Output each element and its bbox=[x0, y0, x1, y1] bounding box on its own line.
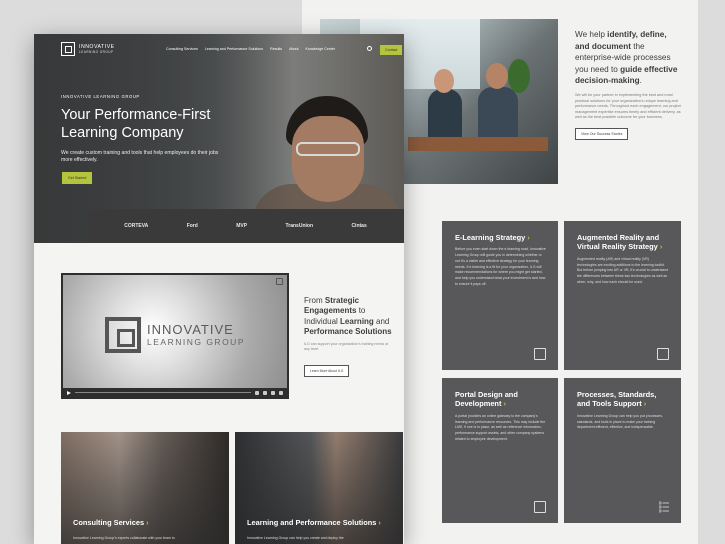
contact-button[interactable]: Contact bbox=[380, 45, 403, 55]
hero-subtext: We create custom training and tools that… bbox=[61, 150, 219, 163]
settings-icon[interactable] bbox=[271, 390, 275, 395]
video-logo-text: INNOVATIVE bbox=[147, 322, 234, 337]
card-body: Augmented reality (AR) and virtual reali… bbox=[577, 256, 669, 284]
video-player[interactable]: INNOVATIVE LEARNING GROUP bbox=[61, 273, 289, 399]
card-e-learning[interactable]: E-Learning Strategy › Before you even st… bbox=[442, 221, 558, 370]
card-portal[interactable]: Portal Design and Development › A portal… bbox=[442, 378, 558, 523]
client-logo-cintas: Cintas bbox=[351, 223, 367, 229]
client-logo-ford: Ford bbox=[186, 223, 198, 229]
card-title: Portal Design and Development › bbox=[455, 390, 518, 409]
service-body: Innovative Learning Group can help you c… bbox=[247, 536, 344, 540]
logo-mark-icon bbox=[105, 317, 141, 353]
card-title: E-Learning Strategy › bbox=[455, 233, 530, 242]
card-body: A portal provides an online gateway to t… bbox=[455, 413, 546, 441]
checklist-icon bbox=[659, 501, 669, 513]
services-intro: We help identify, define, and document t… bbox=[575, 29, 683, 140]
portal-icon bbox=[534, 501, 546, 513]
logo-subtext: LEARNING GROUP bbox=[79, 50, 114, 54]
card-title: Processes, Standards, and Tools Support … bbox=[577, 390, 657, 409]
hero: INNOVATIVE LEARNING GROUP Consulting Ser… bbox=[34, 34, 404, 243]
client-logo-transunion: TransUnion bbox=[285, 223, 314, 229]
card-ar-vr[interactable]: Augmented Reality and Virtual Reality St… bbox=[564, 221, 681, 370]
nav-about[interactable]: About bbox=[289, 47, 298, 51]
hero-headline: Your Performance-First Learning Company bbox=[61, 107, 211, 141]
video-logo-subtext: LEARNING GROUP bbox=[147, 337, 245, 347]
service-card-learning[interactable]: Learning and Performance Solutions › Inn… bbox=[235, 432, 403, 544]
service-title: Learning and Performance Solutions › bbox=[247, 518, 381, 527]
search-icon[interactable] bbox=[367, 46, 372, 51]
nav-results[interactable]: Results bbox=[270, 47, 282, 51]
card-body: Innovative Learning Group can help you p… bbox=[577, 413, 663, 430]
client-logo-bar: CORTEVA Ford MVP TransUnion Cintas bbox=[87, 209, 404, 243]
captions-icon[interactable] bbox=[263, 390, 267, 395]
strategic-body: ILG can support your organization's trai… bbox=[304, 342, 389, 352]
client-logo-corteva: CORTEVA bbox=[124, 223, 149, 229]
video-controls bbox=[63, 388, 287, 397]
card-body: Before you even start down the e-learnin… bbox=[455, 247, 546, 286]
get-started-button[interactable]: Get Started bbox=[62, 172, 93, 184]
vr-headset-icon bbox=[657, 348, 669, 360]
share-icon[interactable] bbox=[276, 278, 283, 285]
hero-eyebrow: INNOVATIVE LEARNING GROUP bbox=[61, 94, 140, 99]
fullscreen-icon[interactable] bbox=[279, 390, 283, 395]
video-logo: INNOVATIVE LEARNING GROUP bbox=[105, 317, 245, 353]
service-title: Consulting Services › bbox=[73, 518, 149, 527]
intro-body: We will be your partner in implementing … bbox=[575, 92, 681, 120]
nav-knowledge-center[interactable]: Knowledge Center bbox=[306, 47, 336, 51]
video-progress-bar[interactable] bbox=[75, 391, 251, 394]
nav-consulting-services[interactable]: Consulting Services bbox=[166, 47, 198, 51]
logo-mark-icon bbox=[61, 42, 75, 56]
strategic-heading: From Strategic Engagements to Individual… bbox=[304, 296, 392, 337]
volume-icon[interactable] bbox=[255, 390, 259, 395]
success-stories-button[interactable]: View Our Success Stories bbox=[575, 127, 629, 140]
learn-more-button[interactable]: Learn More About ILG bbox=[304, 365, 350, 377]
monitor-icon bbox=[534, 348, 546, 360]
service-body: Innovative Learning Group's experts coll… bbox=[73, 536, 175, 540]
site-logo[interactable]: INNOVATIVE LEARNING GROUP bbox=[61, 42, 115, 56]
service-card-consulting[interactable]: Consulting Services › Innovative Learnin… bbox=[61, 432, 229, 544]
card-title: Augmented Reality and Virtual Reality St… bbox=[577, 233, 663, 252]
client-logo-mvp: MVP bbox=[236, 223, 248, 229]
play-icon[interactable] bbox=[67, 390, 71, 395]
main-nav: Consulting Services Learning and Perform… bbox=[166, 47, 335, 51]
intro-heading: We help identify, define, and document t… bbox=[575, 30, 678, 86]
card-processes[interactable]: Processes, Standards, and Tools Support … bbox=[564, 378, 681, 523]
nav-learning-performance[interactable]: Learning and Performance Solutions bbox=[205, 47, 263, 51]
